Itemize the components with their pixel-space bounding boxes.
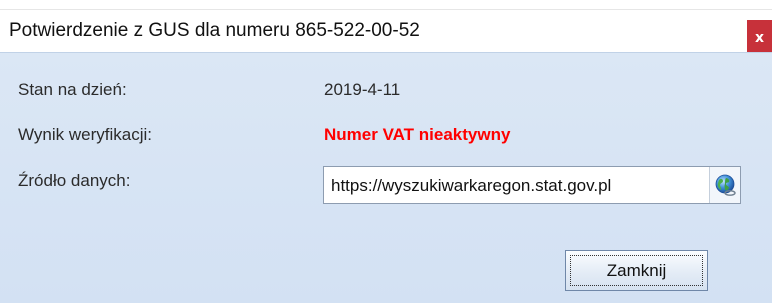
globe-icon bbox=[715, 174, 736, 196]
verification-result-label: Wynik weryfikacji: bbox=[18, 125, 152, 144]
data-source-label: Źródło danych: bbox=[18, 171, 131, 190]
dialog-content: Stan na dzień: 2019-4-11 Wynik weryfikac… bbox=[0, 52, 772, 303]
window-title: Potwierdzenie z GUS dla numeru 865-522-0… bbox=[9, 20, 420, 41]
data-source-url-field[interactable]: https://wyszukiwarkaregon.stat.gov.pl bbox=[323, 166, 741, 204]
close-icon: x bbox=[754, 29, 765, 46]
window-close-button[interactable]: x bbox=[747, 20, 772, 55]
data-source-url: https://wyszukiwarkaregon.stat.gov.pl bbox=[331, 176, 612, 195]
open-url-button[interactable] bbox=[709, 167, 740, 203]
date-value: 2019-4-11 bbox=[324, 80, 401, 99]
close-dialog-button[interactable]: Zamknij bbox=[565, 250, 708, 291]
date-label: Stan na dzień: bbox=[18, 80, 127, 99]
verification-result-value: Numer VAT nieaktywny bbox=[324, 125, 511, 144]
title-bar[interactable]: Potwierdzenie z GUS dla numeru 865-522-0… bbox=[0, 10, 772, 55]
background-window-strip bbox=[0, 0, 772, 10]
focus-indicator bbox=[570, 255, 703, 286]
dialog-window: Potwierdzenie z GUS dla numeru 865-522-0… bbox=[0, 0, 772, 303]
